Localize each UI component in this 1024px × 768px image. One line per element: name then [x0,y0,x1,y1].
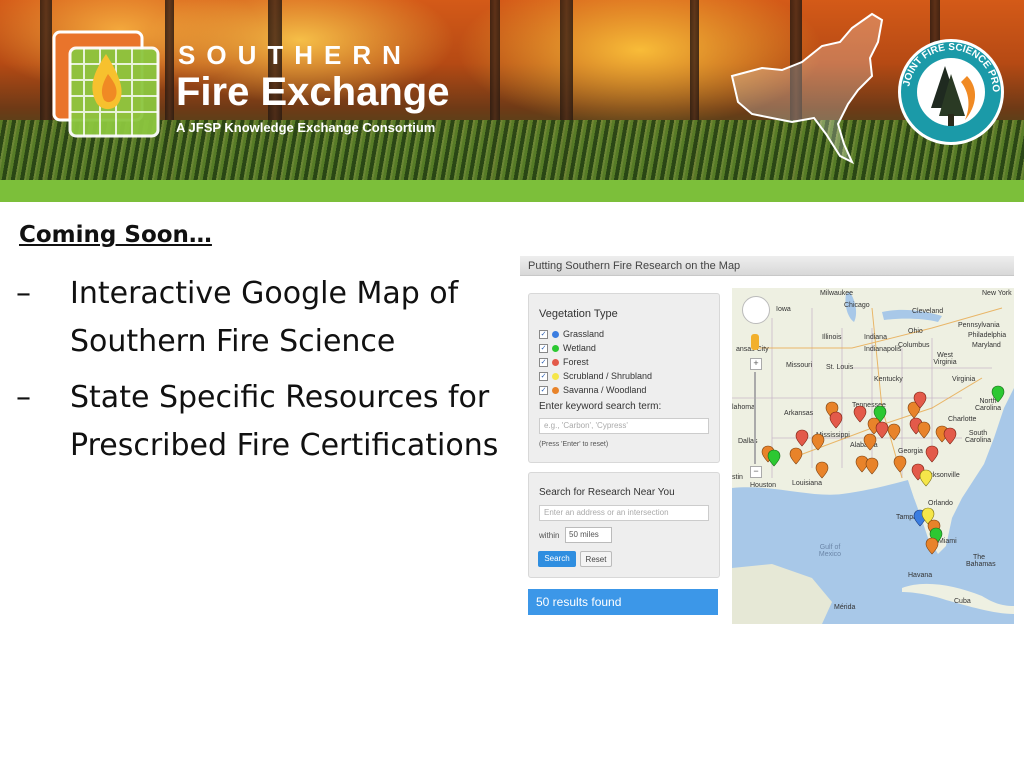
scrubland-dot-icon [552,372,559,380]
vegetation-label: Scrubland / Shrubland [563,371,653,381]
vegetation-option[interactable]: ✓ Savanna / Woodland [539,385,646,395]
google-map[interactable]: Milwaukee Chicago Iowa Cleveland New Yor… [732,288,1014,624]
keyword-hint: (Press 'Enter' to reset) [539,441,609,448]
within-label: within [539,531,560,540]
bullet-dash: – [16,276,31,311]
brand-fire-exchange: Fire Exchange [176,70,450,114]
vegetation-label: Grassland [563,329,605,339]
search-button[interactable]: Search [538,551,576,567]
brand-southern: SOUTHERN [178,40,412,70]
map-marker-icon [761,385,1005,555]
accent-bar [0,180,1024,202]
wetland-dot-icon [552,344,559,352]
vegetation-label: Forest [563,357,589,367]
vegetation-option[interactable]: ✓ Forest [539,357,589,367]
bullet-text: Interactive Google Map of Southern Fire … [70,276,459,359]
address-input[interactable]: Enter an address or an intersection [539,505,709,521]
slide-heading: Coming Soon… [19,222,212,248]
checkbox-checked-icon[interactable]: ✓ [539,329,548,339]
checkbox-checked-icon[interactable]: ✓ [539,385,548,395]
bullet-text: State Specific Resources for Prescribed … [70,380,499,463]
checkbox-checked-icon[interactable]: ✓ [539,371,548,381]
jfsp-logo-icon: JOINT FIRE SCIENCE PROGRAM [895,36,1004,145]
vegetation-label: Wetland [563,343,596,353]
header-banner: SOUTHERN Fire Exchange A JFSP Knowledge … [0,0,1024,180]
checkbox-checked-icon[interactable]: ✓ [539,343,548,353]
vegetation-option[interactable]: ✓ Wetland [539,343,596,353]
sfe-logo-icon [52,30,160,138]
results-count: 50 results found [528,589,718,615]
research-markers[interactable] [732,288,1014,624]
vegetation-option[interactable]: ✓ Scrubland / Shrubland [539,371,652,381]
reset-button[interactable]: Reset [580,551,612,567]
checkbox-checked-icon[interactable]: ✓ [539,357,548,367]
distance-select[interactable]: 50 miles [565,527,612,543]
widget-title: Putting Southern Fire Research on the Ma… [520,256,1014,276]
distance-value: 50 miles [569,530,599,539]
vegetation-label: Savanna / Woodland [563,385,647,395]
vegetation-option[interactable]: ✓ Grassland [539,329,604,339]
keyword-label: Enter keyword search term: [539,401,662,412]
vegetation-panel: Vegetation Type ✓ Grassland ✓ Wetland ✓ … [528,293,720,463]
vegetation-heading: Vegetation Type [539,308,618,320]
map-widget-screenshot: Putting Southern Fire Research on the Ma… [520,256,1014,624]
southeast-us-outline-icon [730,12,884,165]
brand-tagline: A JFSP Knowledge Exchange Consortium [176,120,436,135]
forest-dot-icon [552,358,559,366]
bullet-dash: – [16,380,31,415]
grassland-dot-icon [552,330,559,338]
keyword-search-input[interactable]: e.g., 'Carbon', 'Cypress' [539,418,709,434]
near-you-heading: Search for Research Near You [539,487,675,498]
savanna-dot-icon [552,386,559,394]
